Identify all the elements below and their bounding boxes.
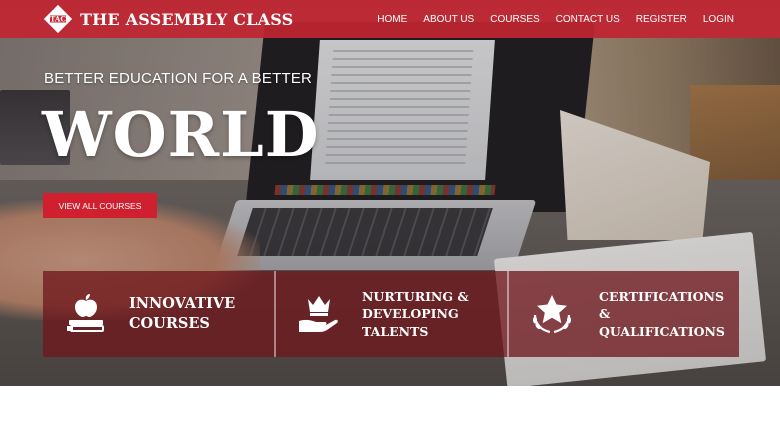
- apple-books-icon: [67, 294, 104, 332]
- feature-line: DEVELOPING: [362, 306, 459, 322]
- hero-headline: WORLD: [42, 98, 320, 171]
- feature-label: CERTIFICATIONS & QUALIFICATIONS: [599, 288, 739, 341]
- view-all-courses-button[interactable]: VIEW ALL COURSES: [43, 193, 157, 218]
- feature-line: & QUALIFICATIONS: [599, 306, 725, 339]
- feature-label: INNOVATIVE COURSES: [129, 294, 235, 335]
- feature-label: NURTURING & DEVELOPING TALENTS: [362, 288, 469, 341]
- nav-home[interactable]: HOME: [377, 14, 407, 25]
- nav-login[interactable]: LOGIN: [703, 14, 734, 25]
- star-laurel-icon: [533, 295, 571, 334]
- logo-text: TAC: [50, 15, 66, 24]
- nav-about-us[interactable]: ABOUT US: [423, 14, 474, 25]
- feature-line: INNOVATIVE: [129, 294, 236, 312]
- main-nav: HOME ABOUT US COURSES CONTACT US REGISTE…: [361, 0, 734, 38]
- nav-contact-us[interactable]: CONTACT US: [556, 14, 620, 25]
- top-navbar: TAC THE ASSEMBLY CLASS HOME ABOUT US COU…: [0, 0, 780, 38]
- feature-line: TALENTS: [362, 323, 429, 339]
- brand[interactable]: TAC THE ASSEMBLY CLASS: [42, 0, 293, 38]
- hero-tagline: BETTER EDUCATION FOR A BETTER: [44, 70, 313, 87]
- nav-register[interactable]: REGISTER: [636, 14, 687, 25]
- feature-nurturing-talents[interactable]: NURTURING & DEVELOPING TALENTS: [274, 271, 507, 357]
- brand-name: THE ASSEMBLY CLASS: [80, 9, 294, 29]
- crown-hand-icon: [299, 296, 338, 332]
- feature-line: CERTIFICATIONS: [599, 288, 724, 304]
- nav-courses[interactable]: COURSES: [490, 14, 539, 25]
- features-strip: INNOVATIVE COURSES NURTURING & DEVELOPIN…: [43, 271, 739, 357]
- feature-line: NURTURING &: [362, 288, 469, 304]
- feature-innovative-courses[interactable]: INNOVATIVE COURSES: [43, 271, 274, 357]
- tac-logo-icon: TAC: [43, 4, 73, 34]
- feature-line: COURSES: [129, 315, 210, 332]
- feature-certifications[interactable]: CERTIFICATIONS & QUALIFICATIONS: [507, 271, 739, 357]
